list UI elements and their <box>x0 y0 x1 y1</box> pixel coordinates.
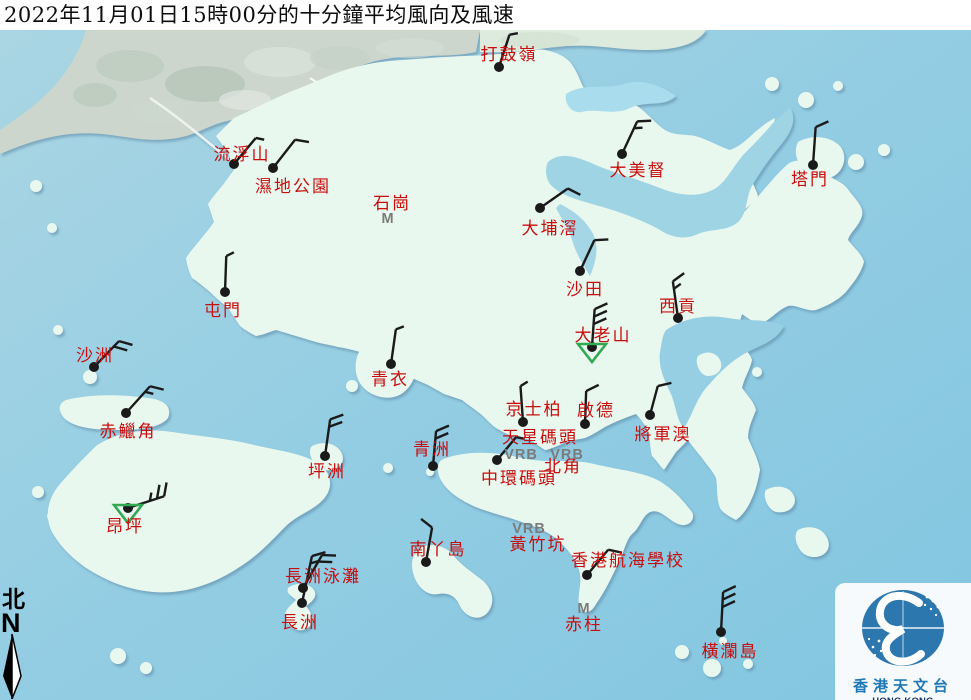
station-label: 沙田 <box>566 280 604 300</box>
title-bar: 2022年11月01日15時00分的十分鐘平均風向及風速 <box>0 0 971 30</box>
station-label: 大老山 <box>575 326 632 346</box>
station-label: 大美督 <box>610 161 667 181</box>
hong-kong-map: 打鼓嶺流浮山濕地公園石崗M大美督塔門大埔滘沙田屯門西貢大老山沙洲青衣赤鱲角京士柏… <box>0 0 971 700</box>
station-status: M <box>577 601 590 617</box>
station-label: 大埔滘 <box>522 219 579 239</box>
station-label: 橫瀾島 <box>702 642 759 662</box>
station-label: 啟德 <box>577 401 615 421</box>
station-label: 沙洲 <box>76 346 114 366</box>
station-label: 塔門 <box>791 170 829 190</box>
logo-name-english: HONG KONG OBSERVATORY <box>835 696 971 700</box>
station-label: 濕地公園 <box>255 177 331 197</box>
station-label: 香港航海學校 <box>571 551 685 571</box>
station-label: 將軍澳 <box>635 425 692 445</box>
station-label: 打鼓嶺 <box>481 45 538 65</box>
station-label: 坪洲 <box>308 462 346 482</box>
station-label: 赤柱 <box>565 615 603 635</box>
station-label: 京士柏 <box>506 400 563 420</box>
station-label: 昂坪 <box>106 517 144 537</box>
map-title: 2022年11月01日15時00分的十分鐘平均風向及風速 <box>4 3 514 27</box>
wind-map-screen: 打鼓嶺流浮山濕地公園石崗M大美督塔門大埔滘沙田屯門西貢大老山沙洲青衣赤鱲角京士柏… <box>0 0 971 700</box>
station-label: 青洲 <box>413 440 451 460</box>
station-label: 屯門 <box>204 301 242 321</box>
station-label: 西貢 <box>659 297 697 317</box>
station-label: 長洲泳灘 <box>285 567 361 587</box>
station-label: 南丫島 <box>410 540 467 560</box>
station-status: VRB <box>512 521 546 537</box>
station-label: 天星碼頭 <box>502 428 578 448</box>
logo-name-chinese: 香港天文台 <box>835 675 971 696</box>
station-label: 中環碼頭 <box>481 469 557 489</box>
station-label: 青衣 <box>371 370 409 390</box>
compass-north-letter: N <box>1 608 21 638</box>
hko-logo: 香港天文台 HONG KONG OBSERVATORY <box>835 583 971 700</box>
station-status: VRB <box>550 447 584 463</box>
station-status: VRB <box>504 447 538 463</box>
station-label: 黃竹坑 <box>510 535 567 555</box>
station-label: 流浮山 <box>214 145 271 165</box>
station-status: M <box>381 211 394 227</box>
hko-logo-symbol <box>835 583 971 669</box>
station-label: 長洲 <box>281 613 319 633</box>
station-label: 赤鱲角 <box>100 422 157 442</box>
